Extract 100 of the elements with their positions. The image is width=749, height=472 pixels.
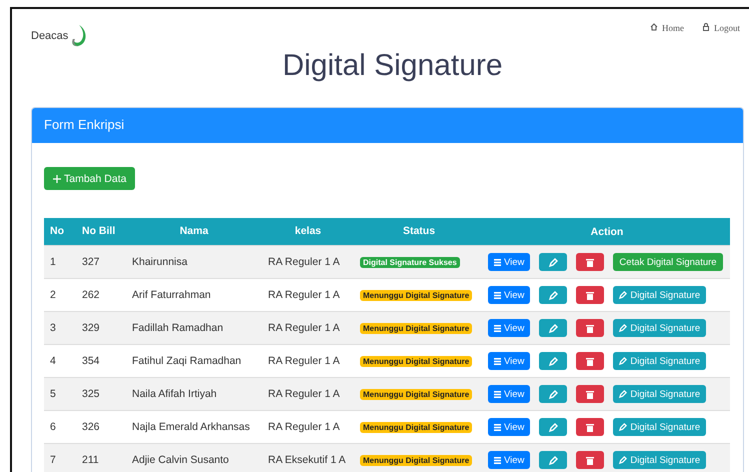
- pen-icon: [548, 422, 558, 432]
- swoosh-logo-icon: [70, 24, 88, 48]
- trash-icon: [586, 290, 594, 300]
- view-button[interactable]: View: [488, 418, 530, 436]
- edit-button[interactable]: [539, 418, 568, 436]
- add-data-button[interactable]: Tambah Data: [44, 167, 136, 190]
- list-icon: [494, 258, 501, 266]
- list-icon: [494, 456, 501, 464]
- trash-icon: [586, 258, 594, 266]
- view-button[interactable]: View: [488, 319, 530, 337]
- edit-button[interactable]: [539, 352, 568, 370]
- status-badge: Digital Signature Sukses: [360, 256, 460, 268]
- table-cell: 327: [82, 256, 100, 268]
- pen-icon: [619, 456, 628, 464]
- edit-button[interactable]: [539, 253, 568, 271]
- pen-icon: [548, 456, 558, 464]
- status-badge: Menunggu Digital Signature: [360, 388, 472, 400]
- pen-icon: [548, 290, 558, 300]
- plus-icon: [53, 174, 61, 182]
- table-cell: Naila Afifah Irtiyah: [132, 388, 217, 400]
- card-header: Form Enkripsi: [32, 108, 743, 143]
- signature-button[interactable]: Digital Signature: [613, 451, 706, 469]
- column-header: No: [50, 225, 64, 238]
- table-cell: 7: [50, 454, 56, 466]
- nav-link[interactable]: Logout: [702, 23, 740, 35]
- signature-button[interactable]: Digital Signature: [613, 286, 706, 304]
- home-icon: [650, 23, 658, 31]
- delete-button[interactable]: [576, 385, 604, 403]
- column-header: Action: [590, 226, 624, 238]
- pen-icon: [548, 390, 558, 398]
- pen-icon: [619, 291, 628, 299]
- edit-button[interactable]: [539, 451, 568, 469]
- delete-button[interactable]: [576, 418, 604, 436]
- signature-button[interactable]: Digital Signature: [613, 319, 706, 337]
- column-header: No Bill: [82, 225, 116, 238]
- table-cell: RA Reguler 1 A: [268, 256, 340, 268]
- view-button[interactable]: View: [488, 352, 530, 370]
- page-title: Digital Signature: [281, 51, 504, 84]
- list-icon: [494, 324, 501, 332]
- list-icon: [494, 358, 501, 364]
- trash-icon: [586, 356, 594, 366]
- pen-icon: [619, 390, 628, 398]
- trash-icon: [586, 422, 594, 432]
- status-badge: Menunggu Digital Signature: [360, 322, 472, 334]
- table-cell: 354: [82, 354, 100, 366]
- delete-button[interactable]: [576, 253, 604, 271]
- table-cell: Arif Faturrahman: [132, 288, 211, 300]
- edit-button[interactable]: [539, 286, 568, 304]
- edit-button[interactable]: [539, 319, 568, 337]
- pen-icon: [619, 324, 628, 332]
- list-icon: [494, 292, 501, 298]
- table-cell: 2: [50, 288, 56, 300]
- table-cell: RA Reguler 1 A: [268, 288, 340, 300]
- table-cell: 325: [82, 388, 100, 400]
- table-cell: RA Reguler 1 A: [268, 388, 340, 400]
- nav-link[interactable]: Home: [650, 23, 684, 35]
- delete-button[interactable]: [576, 352, 604, 370]
- logo-text: Deacas: [31, 30, 68, 42]
- table-cell: Adjie Calvin Susanto: [132, 454, 229, 466]
- table-cell: 1: [50, 256, 56, 268]
- pen-icon: [548, 258, 558, 266]
- trash-icon: [586, 456, 594, 464]
- table-cell: Najla Emerald Arkhansas: [132, 420, 250, 432]
- view-button[interactable]: View: [488, 253, 530, 271]
- delete-button[interactable]: [576, 451, 604, 469]
- signature-button[interactable]: Digital Signature: [613, 385, 706, 403]
- table-cell: RA Reguler 1 A: [268, 354, 340, 366]
- status-badge: Menunggu Digital Signature: [360, 356, 472, 366]
- table-cell: 5: [50, 388, 56, 400]
- pen-icon: [619, 423, 628, 431]
- column-header: kelas: [294, 225, 322, 238]
- column-header: Nama: [180, 225, 208, 238]
- delete-button[interactable]: [576, 286, 604, 304]
- table-cell: Fadillah Ramadhan: [132, 322, 224, 334]
- table-cell: Khairunnisa: [132, 256, 188, 268]
- pen-icon: [548, 356, 558, 366]
- pen-icon: [548, 324, 558, 332]
- trash-icon: [586, 390, 594, 398]
- table-cell: 262: [82, 288, 100, 300]
- column-header: Status: [402, 225, 436, 238]
- view-button[interactable]: View: [488, 451, 530, 469]
- edit-button[interactable]: [539, 385, 568, 403]
- trash-icon: [586, 324, 594, 332]
- table-cell: 6: [50, 420, 56, 432]
- signature-button[interactable]: Cetak Digital Signature: [613, 253, 723, 271]
- signature-button[interactable]: Digital Signature: [613, 418, 706, 436]
- view-button[interactable]: View: [488, 286, 530, 304]
- view-button[interactable]: View: [488, 385, 530, 403]
- status-badge: Menunggu Digital Signature: [360, 422, 472, 432]
- table-cell: 3: [50, 322, 56, 334]
- status-badge: Menunggu Digital Signature: [360, 454, 472, 466]
- table-cell: 4: [50, 354, 56, 366]
- table-cell: 329: [82, 322, 100, 334]
- table-cell: 326: [82, 420, 100, 432]
- table-cell: RA Reguler 1 A: [268, 322, 340, 334]
- status-badge: Menunggu Digital Signature: [360, 290, 472, 300]
- list-icon: [494, 390, 501, 398]
- delete-button[interactable]: [576, 319, 604, 337]
- table-cell: Fatihul Zaqi Ramadhan: [132, 354, 242, 366]
- signature-button[interactable]: Digital Signature: [613, 352, 706, 370]
